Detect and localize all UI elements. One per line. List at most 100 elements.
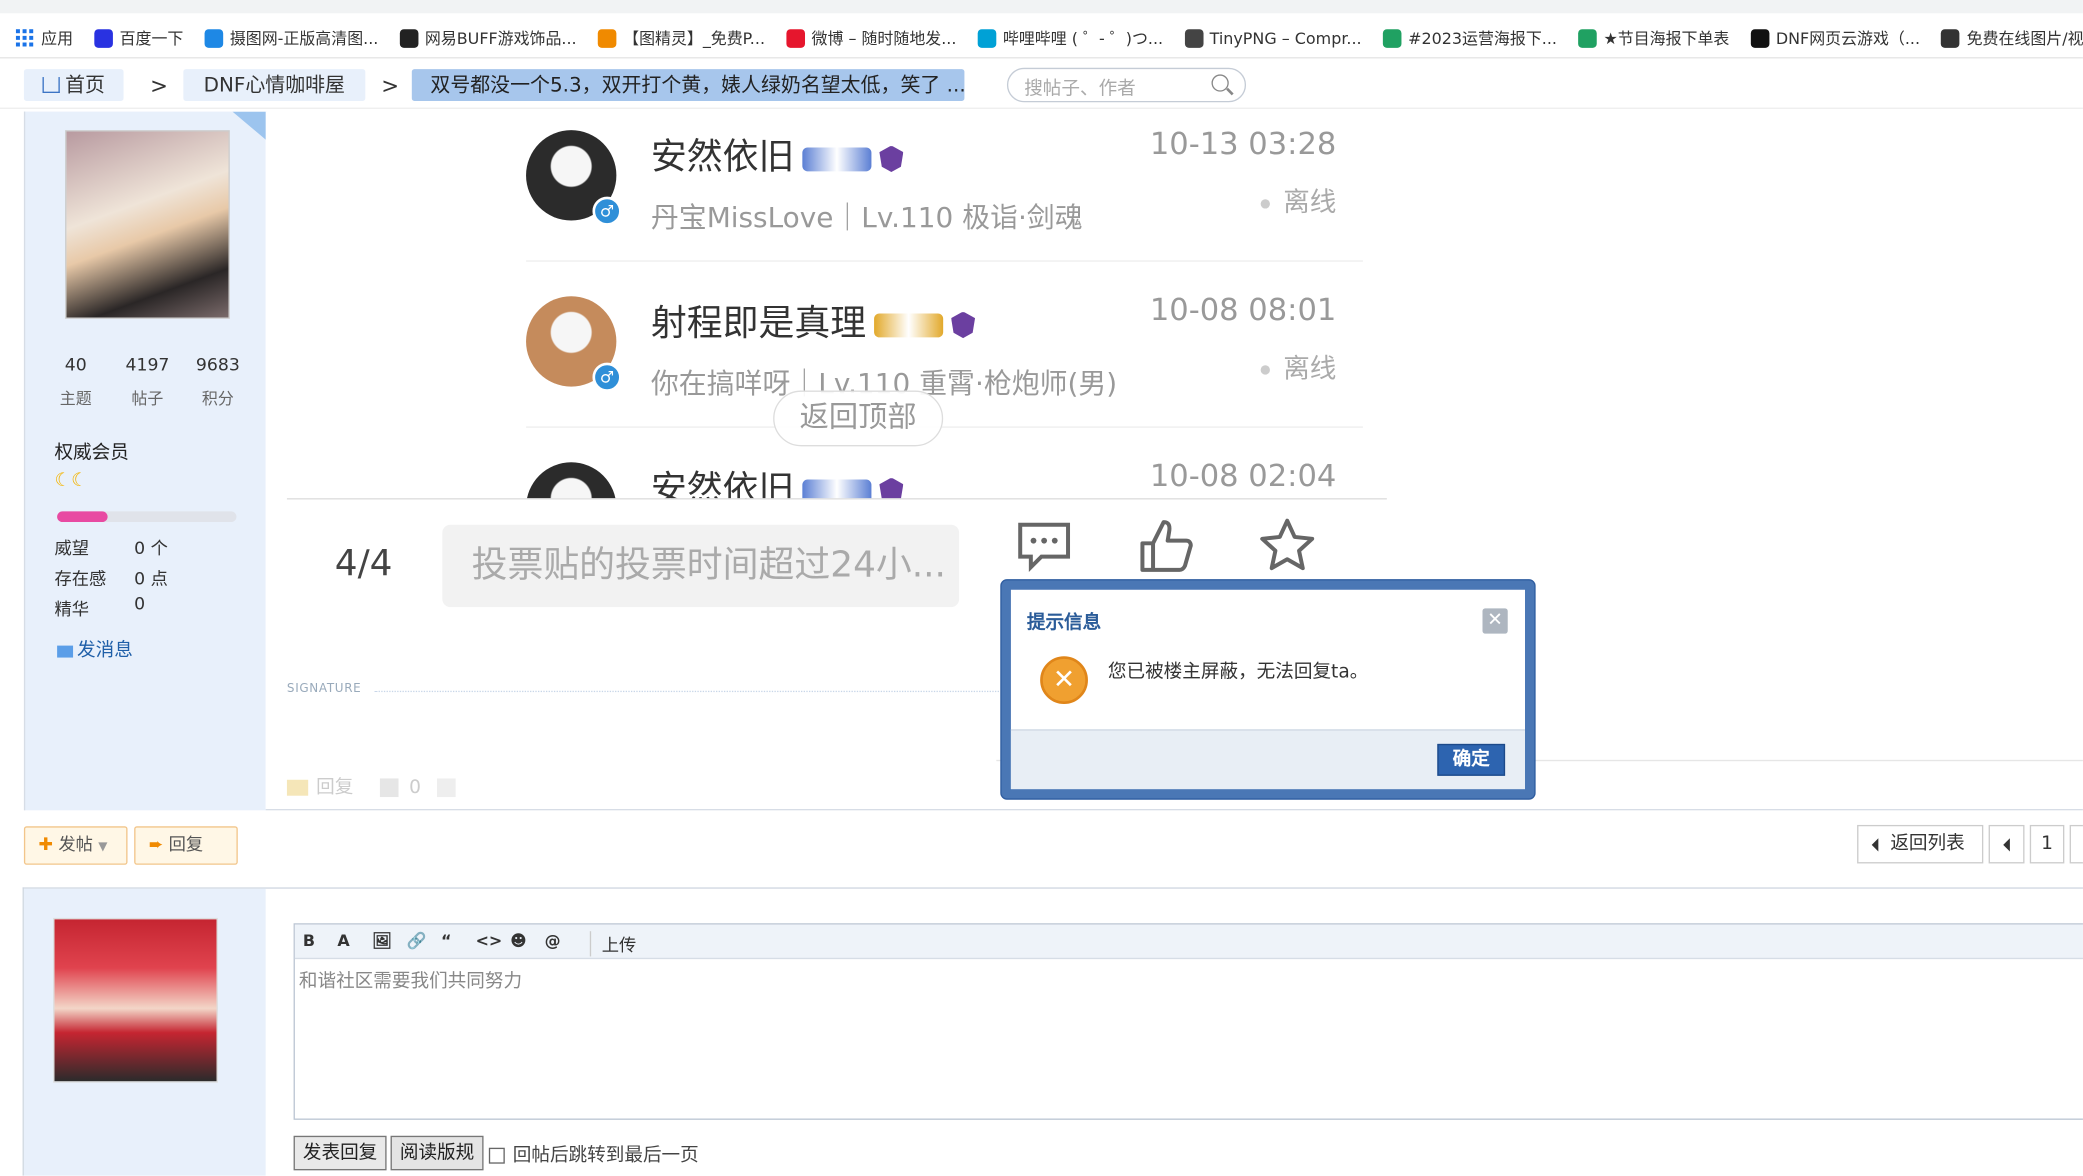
bilibili-icon <box>977 28 997 48</box>
send-message-link[interactable]: 发消息 <box>57 636 133 663</box>
bookmark-item[interactable]: 百度一下 <box>94 27 183 50</box>
bookmark-label: 【图精灵】_免费P... <box>623 29 766 48</box>
search-icon[interactable] <box>1211 74 1229 92</box>
back-to-list-button[interactable]: 返回列表 <box>1857 824 1984 864</box>
code-icon[interactable]: <> <box>476 931 503 950</box>
bookmark-label: ★节目海报下单表 <box>1603 29 1730 48</box>
new-post-button[interactable]: ✚ 发帖 ▼ <box>23 826 128 865</box>
bookmark-item[interactable]: 哔哩哔哩 ( ゜- ゜)つ... <box>977 27 1163 50</box>
post-actions: 回复 0 <box>286 773 456 800</box>
reply-row: ♂ 射程即是真理 你在搞咩呀｜Lv.110 重霄·枪炮师(男) 10-08 08:01… <box>526 283 1363 449</box>
bookmark-item[interactable]: 【图精灵】_免费P... <box>597 27 766 50</box>
level-badge-icon <box>874 312 944 337</box>
image-icon[interactable]: 🖼 <box>372 931 392 950</box>
reply-subtitle: 丹宝MissLove｜Lv.110 极诣·剑魂 <box>650 201 1083 234</box>
bookmark-item[interactable]: TinyPNG – Compr... <box>1184 28 1362 48</box>
submit-reply-button[interactable]: 发表回复 <box>293 1135 387 1171</box>
detail-value: 0 <box>134 595 146 616</box>
jump-last-page-label: 回帖后跳转到最后一页 <box>512 1145 699 1167</box>
bookmark-label: #2023运营海报下... <box>1408 29 1557 48</box>
browser-viewport: 应用 百度一下 摄图网-正版高清图... 网易BUFF游戏饰品... 【图精灵】_免费P… <box>0 0 2083 1176</box>
moon-level-icon: ☾☾ <box>54 470 88 492</box>
corner-badge-icon <box>232 111 268 141</box>
reply-button[interactable]: ➨ 回复 <box>134 826 238 865</box>
reply-icon <box>286 779 309 796</box>
close-icon[interactable]: ✕ <box>1482 608 1508 634</box>
detail-label: 存在感 <box>54 569 107 590</box>
read-rules-button[interactable]: 阅读版规 <box>390 1135 484 1171</box>
mention-icon[interactable]: @ <box>545 931 561 950</box>
reply-arrow-icon: ➨ <box>148 835 164 856</box>
user-rank[interactable]: 权威会员 <box>54 438 128 465</box>
tujingling-icon <box>597 28 617 48</box>
plus-icon: ✚ <box>38 835 54 856</box>
stat-posts[interactable]: 4197 帖子 <box>121 356 174 409</box>
dnf-cloud-icon <box>1750 28 1770 48</box>
stat-threads[interactable]: 40 主题 <box>49 356 102 409</box>
envelope-icon <box>57 644 74 657</box>
bookmark-label: 网易BUFF游戏饰品... <box>424 29 577 48</box>
search-placeholder: 搜帖子、作者 <box>1024 78 1136 100</box>
reply-author: 射程即是真理 <box>651 294 976 346</box>
send-message-label: 发消息 <box>77 640 133 662</box>
current-user-avatar[interactable] <box>53 917 218 1083</box>
rank-shield-icon <box>951 311 976 339</box>
breadcrumb-separator: > <box>381 73 400 99</box>
next-page-button[interactable] <box>2069 824 2083 864</box>
bookmark-item[interactable]: 网易BUFF游戏饰品... <box>399 27 577 50</box>
jump-last-page-checkbox[interactable]: 回帖后跳转到最后一页 <box>488 1141 699 1168</box>
duck-icon <box>1941 28 1960 48</box>
like-icon[interactable] <box>379 778 399 798</box>
bookmark-label: 百度一下 <box>119 29 184 48</box>
bookmark-label: DNF网页云游戏（... <box>1775 29 1921 48</box>
rank-shield-icon <box>879 145 904 173</box>
breadcrumb-home[interactable]: 首页 <box>23 69 124 101</box>
bookmark-item[interactable]: #2023运营海报下... <box>1382 27 1557 50</box>
apps-icon <box>15 29 34 47</box>
reply-author-name: 安然依旧 <box>650 136 795 179</box>
signature-divider <box>374 690 999 693</box>
page-indicator: 4/4 <box>334 543 393 585</box>
stat-label: 主题 <box>59 389 92 408</box>
dialog-title: 提示信息 <box>1026 612 1102 634</box>
bold-icon[interactable]: B <box>303 931 315 950</box>
breadcrumb-home-label: 首页 <box>65 73 105 97</box>
like-count: 0 <box>409 777 421 799</box>
prev-page-button[interactable] <box>1988 824 2025 864</box>
bookmark-item[interactable]: 应用 <box>15 27 73 50</box>
browser-tab-strip <box>0 0 2083 14</box>
bookmark-item[interactable]: ★节目海报下单表 <box>1578 27 1729 50</box>
reply-editor[interactable]: B A 🖼 🔗 “ <> ☻ @ 上传 和谐社区需要我们共同努力 <box>293 923 2083 1120</box>
bookmark-item[interactable]: 摄图网-正版高清图... <box>204 27 378 50</box>
breadcrumb-thread[interactable]: 双号都没一个5.3，双开打个黄，婊人绿奶名望太低，笑了 ... <box>411 69 965 101</box>
level-progress-bar <box>57 511 237 523</box>
author-avatar[interactable] <box>65 130 230 319</box>
stat-points[interactable]: 9683 积分 <box>191 356 244 409</box>
page-number-button[interactable]: 1 <box>2029 824 2065 864</box>
embedded-screenshot: ♂ 安然依旧 丹宝MissLove｜Lv.110 极诣·剑魂 10-13 03:28 离… <box>286 111 1387 500</box>
sheet-icon <box>1382 28 1402 48</box>
detail-value: 0 点 <box>134 569 168 590</box>
breadcrumb-forum[interactable]: DNF心情咖啡屋 <box>183 69 366 101</box>
editor-textarea[interactable]: 和谐社区需要我们共同努力 <box>299 967 522 994</box>
comment-input-preview: 投票贴的投票时间超过24小... <box>442 524 960 608</box>
stat-label: 帖子 <box>131 389 164 408</box>
reply-row: ♂ 安然依旧 丹宝MissLove｜Lv.110 极诣·剑魂 10-13 03:28 离… <box>526 117 1363 283</box>
font-color-icon[interactable]: A <box>337 931 349 950</box>
tinypng-icon <box>1184 28 1203 48</box>
bookmark-item[interactable]: 微博 – 随时随地发... <box>786 27 956 50</box>
upload-button[interactable]: 上传 <box>589 931 636 957</box>
bookmark-item[interactable]: 免费在线图片/视频... <box>1941 27 2083 50</box>
bookmark-label: 免费在线图片/视频... <box>1966 29 2083 48</box>
signature-label: SIGNATURE <box>286 682 362 697</box>
confirm-button[interactable]: 确定 <box>1437 743 1506 776</box>
quote-icon[interactable]: “ <box>441 931 451 950</box>
link-icon[interactable]: 🔗 <box>406 931 426 950</box>
reply-link[interactable]: 回复 <box>316 777 353 798</box>
checkbox-icon[interactable] <box>488 1147 505 1164</box>
emoji-icon[interactable]: ☻ <box>510 931 527 950</box>
search-input[interactable]: 搜帖子、作者 <box>1006 67 1247 103</box>
bookmark-item[interactable]: DNF网页云游戏（... <box>1750 27 1921 50</box>
dislike-icon[interactable] <box>436 778 456 798</box>
bookmarks-bar: 应用 百度一下 摄图网-正版高清图... 网易BUFF游戏饰品... 【图精灵】_免费P… <box>0 18 2083 59</box>
